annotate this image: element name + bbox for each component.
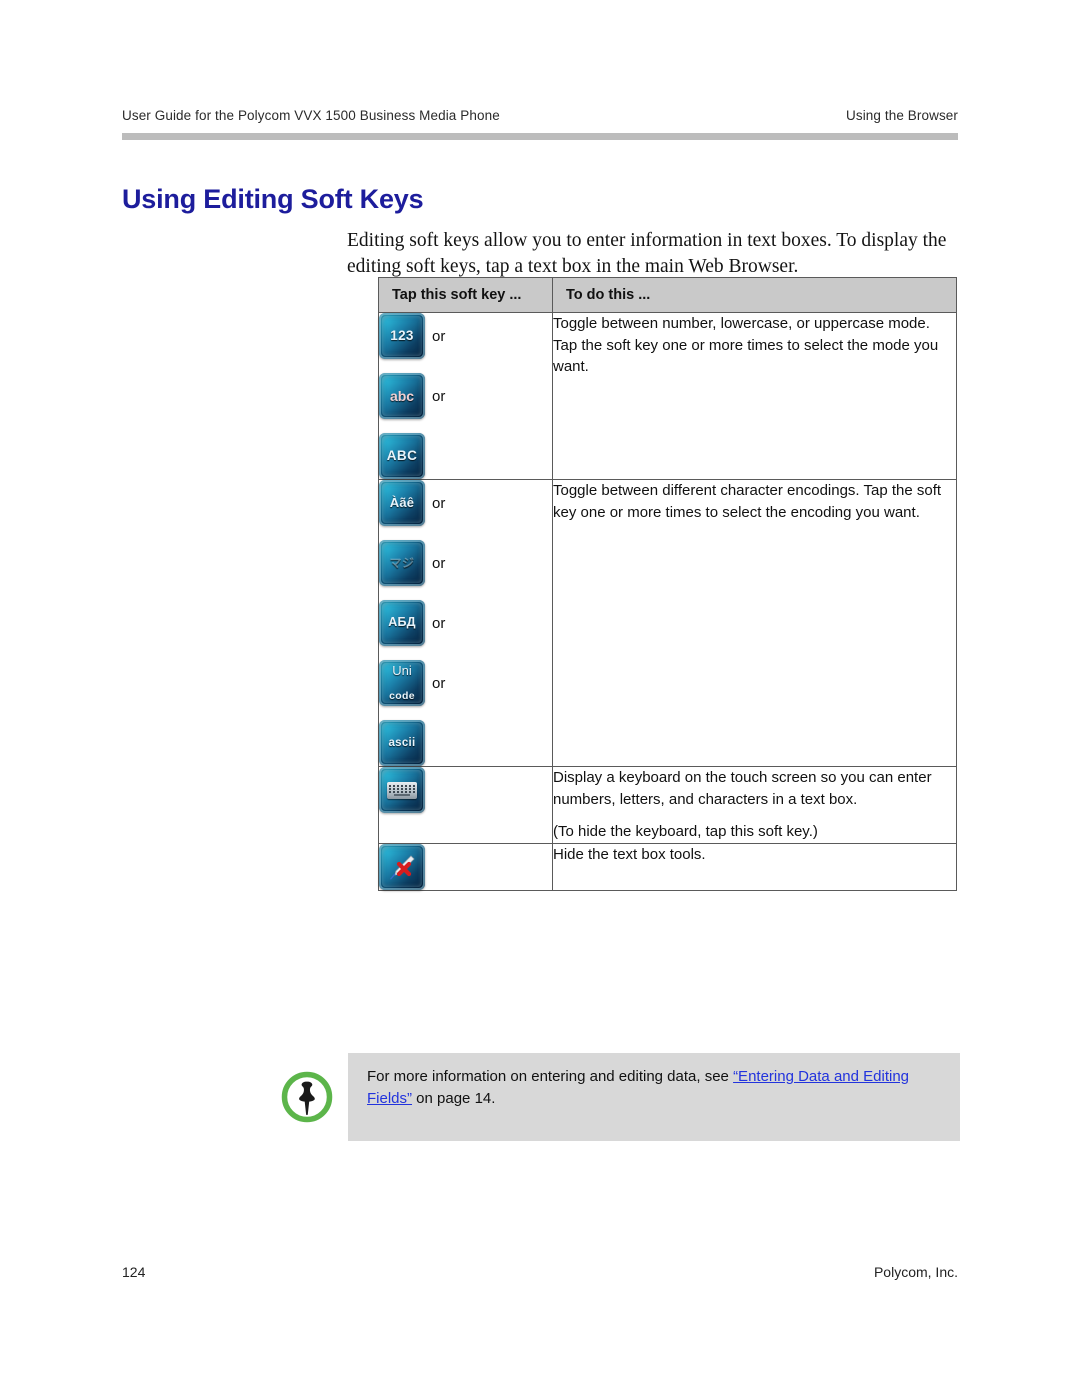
softkey-label: 123 xyxy=(390,327,414,343)
or-separator: or xyxy=(432,327,446,345)
description-cell: Toggle between different character encod… xyxy=(552,479,957,767)
softkey-label: Àãê xyxy=(389,495,415,511)
table-row: Hide the text box tools. xyxy=(378,842,957,891)
softkey-entry xyxy=(379,767,552,813)
softkey-entry: ABC xyxy=(379,433,552,479)
header-divider-rule xyxy=(122,133,958,140)
softkey-entry: АБД or xyxy=(379,600,552,646)
table-row: Àãê or マジ or АБД or Uni code or ascii To… xyxy=(378,479,957,767)
page-number: 124 xyxy=(122,1264,146,1280)
description-text: Toggle between different character encod… xyxy=(553,482,942,521)
or-separator: or xyxy=(432,554,446,572)
page-title: Using Editing Soft Keys xyxy=(122,184,424,215)
softkey-entry: abc or xyxy=(379,373,552,419)
softkey-cell xyxy=(378,842,553,891)
description-cell: Hide the text box tools. xyxy=(552,842,957,891)
softkey-123-icon[interactable]: 123 xyxy=(379,313,425,359)
column-header-action: To do this ... xyxy=(552,277,957,313)
softkey-keyboard-icon[interactable] xyxy=(379,767,425,813)
softkey-hide-tools-icon[interactable] xyxy=(379,843,425,890)
header-chapter-title: Using the Browser xyxy=(846,108,958,123)
pen-with-x-icon xyxy=(387,852,417,882)
softkey-entry: Uni code or xyxy=(379,660,552,706)
keyboard-icon xyxy=(387,781,417,799)
description-cell: Toggle between number, lowercase, or upp… xyxy=(552,312,957,480)
softkey-label: ascii xyxy=(388,736,416,749)
intro-paragraph: Editing soft keys allow you to enter inf… xyxy=(347,229,947,277)
keyboard-key-row xyxy=(389,790,415,793)
softkey-label: АБД xyxy=(388,615,416,630)
softkey-unicode-icon[interactable]: Uni code xyxy=(379,660,425,706)
softkey-label: Uni code xyxy=(389,660,415,706)
softkey-latin-accented-icon[interactable]: Àãê xyxy=(379,480,425,526)
softkey-entry xyxy=(379,843,552,890)
softkey-table: Tap this soft key ... To do this ... 123… xyxy=(378,277,957,891)
softkey-label: ABC xyxy=(386,447,418,463)
keyboard-key-row xyxy=(389,787,415,790)
note-text-before: For more information on entering and edi… xyxy=(367,1068,734,1085)
pushpin-icon xyxy=(279,1069,335,1125)
softkey-ascii-icon[interactable]: ascii xyxy=(379,720,425,766)
or-separator: or xyxy=(432,494,446,512)
description-cell: Display a keyboard on the touch screen s… xyxy=(552,766,957,844)
softkey-abc-icon[interactable]: abc xyxy=(379,373,425,419)
softkey-entry: ascii xyxy=(379,720,552,766)
description-note: (To hide the keyboard, tap this soft key… xyxy=(553,823,818,840)
softkey-label-top: Uni xyxy=(392,663,412,679)
softkey-cell: Àãê or マジ or АБД or Uni code or ascii xyxy=(378,479,553,767)
table-body: 123 or abc or ABC Toggle between number,… xyxy=(378,312,957,891)
softkey-entry: 123 or xyxy=(379,313,552,359)
table-row: 123 or abc or ABC Toggle between number,… xyxy=(378,312,957,480)
softkey-label: abc xyxy=(389,387,415,404)
footer-company: Polycom, Inc. xyxy=(873,1264,958,1280)
table-header-row: Tap this soft key ... To do this ... xyxy=(378,277,957,313)
page-footer: 124 Polycom, Inc. xyxy=(122,1264,958,1280)
keyboard-spacebar xyxy=(394,793,410,796)
or-separator: or xyxy=(432,614,446,632)
softkey-cell xyxy=(378,766,553,844)
description-text: Toggle between number, lowercase, or upp… xyxy=(553,315,939,375)
description-text: Display a keyboard on the touch screen s… xyxy=(553,769,932,808)
softkey-label-bottom: code xyxy=(389,689,415,702)
running-header: User Guide for the Polycom VVX 1500 Busi… xyxy=(122,108,958,123)
column-header-softkey: Tap this soft key ... xyxy=(378,277,553,313)
header-document-title: User Guide for the Polycom VVX 1500 Busi… xyxy=(122,108,500,123)
keyboard-key-row xyxy=(389,784,415,787)
note-callout: For more information on entering and edi… xyxy=(348,1053,960,1141)
table-row: Display a keyboard on the touch screen s… xyxy=(378,766,957,844)
or-separator: or xyxy=(432,387,446,405)
softkey-entry: Àãê or xyxy=(379,480,552,526)
softkey-label: マジ xyxy=(389,555,415,570)
softkey-cell: 123 or abc or ABC xyxy=(378,312,553,480)
description-text: Hide the text box tools. xyxy=(553,845,706,863)
softkey-katakana-icon[interactable]: マジ xyxy=(379,540,425,586)
note-text-after: on page 14. xyxy=(412,1090,496,1107)
softkey-entry: マジ or xyxy=(379,540,552,586)
softkey-cyrillic-icon[interactable]: АБД xyxy=(379,600,425,646)
or-separator: or xyxy=(432,674,446,692)
note-text: For more information on entering and edi… xyxy=(348,1053,960,1110)
softkey-uppercase-abc-icon[interactable]: ABC xyxy=(379,433,425,479)
